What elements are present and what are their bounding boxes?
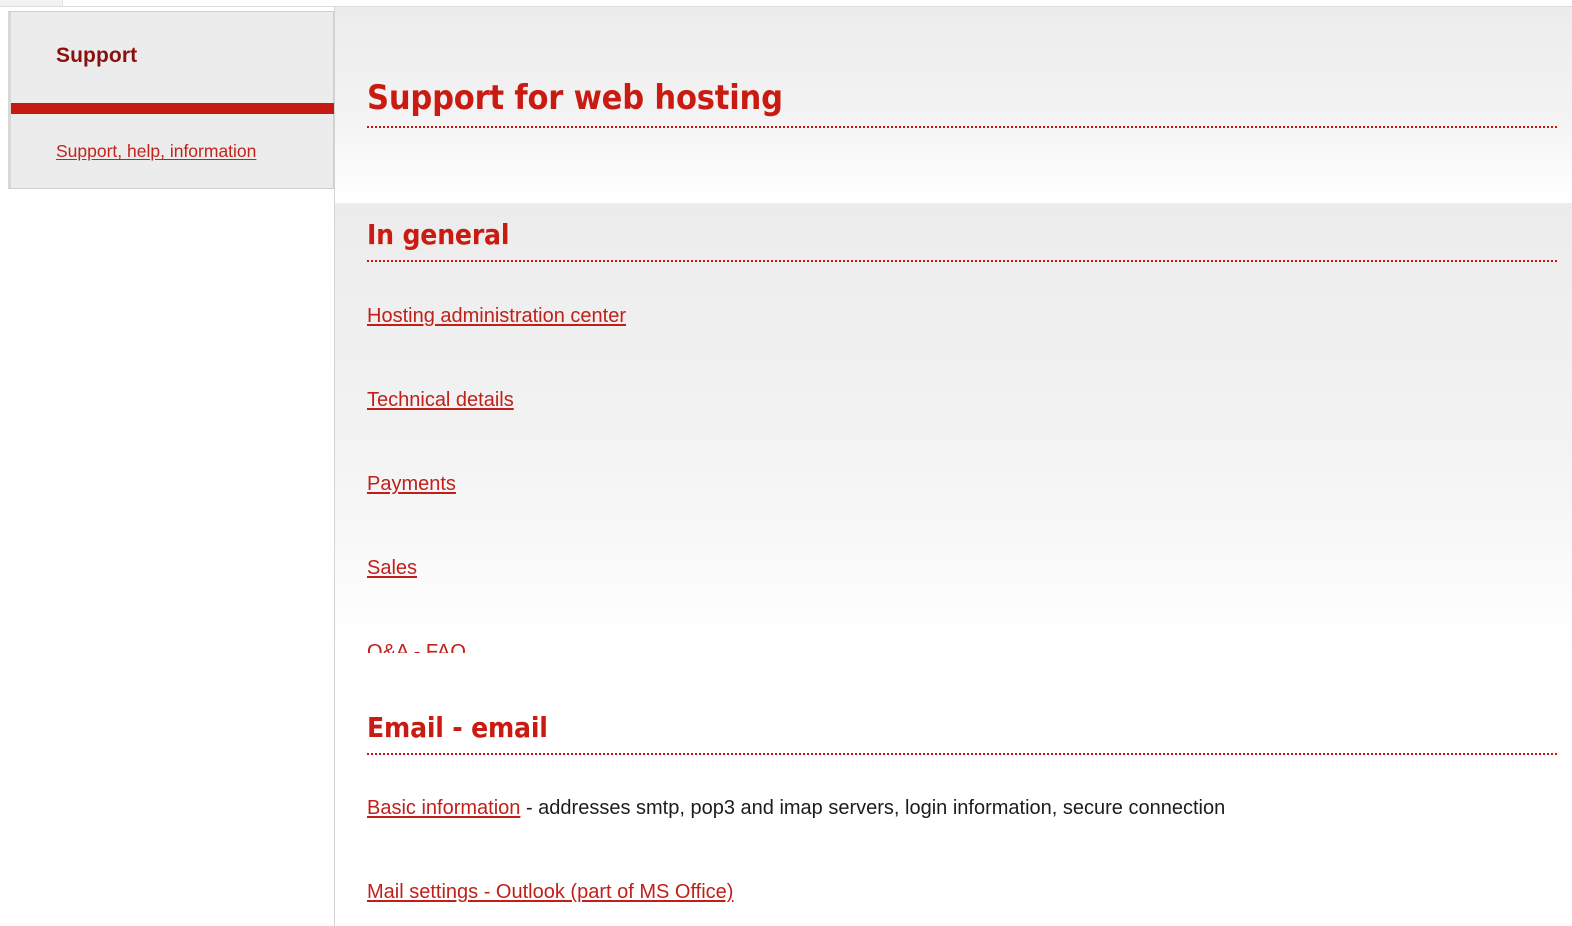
section-rule <box>367 260 1557 262</box>
sidebar-panel: Support Support, help, information <box>8 11 334 189</box>
sidebar-item-support-help-information[interactable]: Support, help, information <box>56 141 256 162</box>
link-sales[interactable]: Sales <box>367 558 417 578</box>
section-title: In general <box>367 218 510 251</box>
page-title-rule <box>367 126 1557 128</box>
list-item: Hosting administration center <box>367 306 1572 326</box>
main-content: Support for web hosting In general Hosti… <box>335 7 1572 926</box>
link-technical-details[interactable]: Technical details <box>367 390 514 410</box>
page-title: Support for web hosting <box>367 78 783 118</box>
link-list-in-general: Hosting administration center Technical … <box>367 306 1572 662</box>
section-in-general: In general Hosting administration center… <box>335 203 1572 662</box>
link-basic-information-note: - addresses smtp, pop3 and imap servers,… <box>520 797 1226 819</box>
section-title: Email - email <box>367 711 548 744</box>
sidebar-column: Support Support, help, information <box>0 7 334 926</box>
sidebar-title: Support <box>56 44 138 67</box>
link-mail-settings-outlook[interactable]: Mail settings - Outlook (part of MS Offi… <box>367 882 733 902</box>
section-rule <box>367 753 1557 755</box>
list-item: Basic information - addresses smtp, pop3… <box>367 798 1572 818</box>
page-root: Support Support, help, information Suppo… <box>0 0 1572 926</box>
section-email: Email - email Basic information - addres… <box>335 653 1572 926</box>
link-list-email: Basic information - addresses smtp, pop3… <box>367 798 1572 926</box>
list-item: Technical details <box>367 390 1572 410</box>
page-title-band: Support for web hosting <box>335 7 1572 203</box>
list-item: Mail settings - Outlook (part of MS Offi… <box>367 882 1572 902</box>
list-item: Sales <box>367 558 1572 578</box>
sidebar-accent-rule <box>11 103 334 114</box>
link-basic-information[interactable]: Basic information <box>367 798 520 818</box>
link-hosting-administration-center[interactable]: Hosting administration center <box>367 306 626 326</box>
link-payments[interactable]: Payments <box>367 474 456 494</box>
list-item: Payments <box>367 474 1572 494</box>
